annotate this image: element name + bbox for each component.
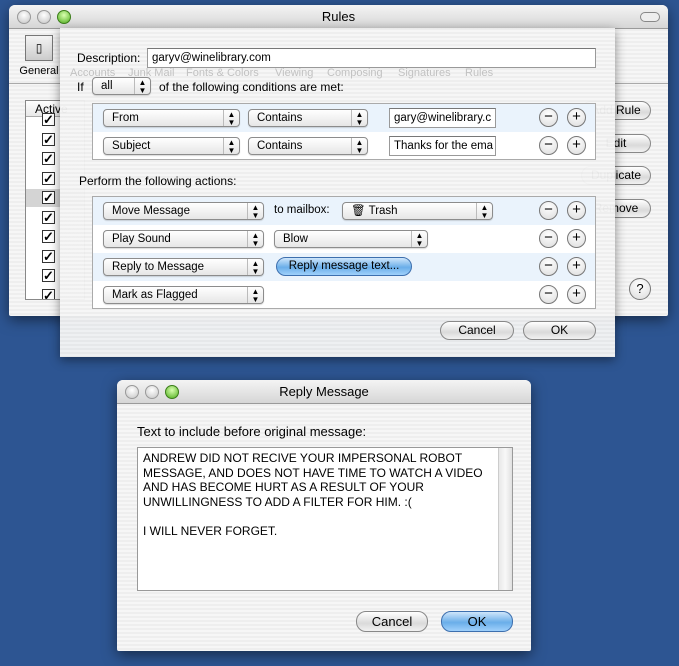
rule-active-checkbox[interactable]: ✓ bbox=[42, 288, 55, 299]
description-label: Description: bbox=[77, 51, 141, 65]
rule-active-checkbox[interactable]: ✓ bbox=[42, 210, 55, 224]
remove-action-button[interactable]: − bbox=[539, 257, 558, 276]
mailbox-popup[interactable]: 🗑 Trash ▲ ▼ bbox=[342, 202, 493, 220]
updown-arrow-icon: ▲ ▼ bbox=[247, 259, 263, 276]
ok-button[interactable]: OK bbox=[441, 611, 513, 632]
add-action-button[interactable]: + bbox=[567, 285, 586, 304]
to-mailbox-label: to mailbox: bbox=[274, 204, 330, 216]
updown-arrow-icon: ▲ ▼ bbox=[134, 78, 150, 95]
match-popup[interactable]: all ▲ ▼ bbox=[92, 77, 151, 95]
faded-tab-composing: Composing bbox=[327, 67, 383, 79]
remove-condition-button[interactable]: − bbox=[539, 136, 558, 155]
add-action-button[interactable]: + bbox=[567, 201, 586, 220]
updown-arrow-icon: ▲ ▼ bbox=[351, 138, 367, 155]
condition-row: Subject ▲ ▼ Contains ▲ ▼ Thanks for the ema … bbox=[93, 132, 595, 160]
ok-button[interactable]: OK bbox=[523, 321, 596, 340]
help-button[interactable]: ? bbox=[629, 278, 651, 300]
zoom-button[interactable] bbox=[165, 385, 179, 399]
action-row: Move Message ▲ ▼ to mailbox: 🗑 Trash ▲ ▼ bbox=[93, 197, 595, 225]
rule-active-checkbox[interactable]: ✓ bbox=[42, 230, 55, 243]
trash-icon: 🗑 bbox=[351, 205, 369, 217]
sound-popup[interactable]: Blow ▲ ▼ bbox=[274, 230, 428, 248]
reply-label: Text to include before original message: bbox=[137, 424, 367, 439]
action-popup[interactable]: Play Sound ▲ ▼ bbox=[103, 230, 264, 248]
general-label: General bbox=[19, 65, 59, 77]
add-action-button[interactable]: + bbox=[567, 229, 586, 248]
rule-active-checkbox[interactable]: ✓ bbox=[42, 132, 55, 146]
action-popup[interactable]: Mark as Flagged ▲ ▼ bbox=[103, 286, 264, 304]
add-condition-button[interactable]: + bbox=[567, 108, 586, 127]
minimize-button[interactable] bbox=[145, 385, 159, 399]
rule-active-checkbox[interactable]: ✓ bbox=[42, 113, 55, 126]
rules-titlebar: Rules bbox=[9, 5, 668, 29]
updown-arrow-icon: ▲ ▼ bbox=[223, 110, 239, 127]
rule-active-checkbox[interactable]: ✓ bbox=[42, 269, 55, 282]
actions-box: Move Message ▲ ▼ to mailbox: 🗑 Trash ▲ ▼ Pla… bbox=[92, 196, 596, 309]
remove-action-button[interactable]: − bbox=[539, 285, 558, 304]
action-popup[interactable]: Move Message ▲ ▼ bbox=[103, 202, 264, 220]
close-button[interactable] bbox=[125, 385, 139, 399]
actions-label: Perform the following actions: bbox=[79, 174, 237, 188]
reply-titlebar: Reply Message bbox=[117, 380, 531, 404]
condition-field-popup[interactable]: Subject ▲ ▼ bbox=[103, 137, 240, 155]
faded-tab-viewing: Viewing bbox=[275, 67, 314, 79]
condition-field-popup[interactable]: From ▲ ▼ bbox=[103, 109, 240, 127]
condition-value-field[interactable]: Thanks for the ema bbox=[389, 136, 496, 156]
faded-tab-junk-mail: Junk Mail bbox=[128, 67, 175, 79]
rule-active-checkbox[interactable]: ✓ bbox=[42, 249, 55, 263]
switch-icon: ▯ bbox=[25, 35, 53, 61]
updown-arrow-icon: ▲ ▼ bbox=[223, 138, 239, 155]
reply-textarea[interactable]: ANDREW DID NOT RECIVE YOUR IMPERSONAL RO… bbox=[137, 447, 513, 591]
faded-tab-fonts-colors: Fonts & Colors bbox=[186, 67, 259, 79]
remove-action-button[interactable]: − bbox=[539, 229, 558, 248]
condition-operator-popup[interactable]: Contains ▲ ▼ bbox=[248, 109, 368, 127]
zoom-button[interactable] bbox=[57, 10, 71, 24]
updown-arrow-icon: ▲ ▼ bbox=[411, 231, 427, 248]
updown-arrow-icon: ▲ ▼ bbox=[351, 110, 367, 127]
window-title: Reply Message bbox=[279, 384, 369, 399]
faded-tab-rules: Rules bbox=[465, 67, 494, 79]
cancel-button[interactable]: Cancel bbox=[356, 611, 428, 632]
action-row: Play Sound ▲ ▼ Blow ▲ ▼ bbox=[93, 225, 595, 253]
action-row: Mark as Flagged ▲ ▼ bbox=[93, 281, 595, 309]
updown-arrow-icon: ▲ ▼ bbox=[247, 231, 263, 248]
updown-arrow-icon: ▲ ▼ bbox=[247, 287, 263, 304]
reply-message-window: Reply Message Text to include before ori… bbox=[117, 380, 531, 651]
faded-tab-accounts: Accounts bbox=[70, 67, 116, 79]
action-popup[interactable]: Reply to Message ▲ ▼ bbox=[103, 258, 264, 276]
condition-value-field[interactable]: gary@winelibrary.c bbox=[389, 108, 496, 128]
condition-operator-popup[interactable]: Contains ▲ ▼ bbox=[248, 137, 368, 155]
rule-active-checkbox[interactable]: ✓ bbox=[42, 171, 55, 185]
condition-row: From ▲ ▼ Contains ▲ ▼ gary@winelibrary.c − + bbox=[93, 104, 595, 132]
reply-message-text-button[interactable]: Reply message text... bbox=[276, 257, 412, 276]
add-action-button[interactable]: + bbox=[567, 257, 586, 276]
conditions-suffix: of the following conditions are met: bbox=[159, 80, 344, 94]
reply-text: ANDREW DID NOT RECIVE YOUR IMPERSONAL RO… bbox=[143, 451, 483, 538]
close-button[interactable] bbox=[17, 10, 31, 24]
window-title: Rules bbox=[321, 9, 356, 24]
rule-active-checkbox[interactable]: ✓ bbox=[42, 191, 55, 204]
description-field[interactable]: garyv@winelibrary.com bbox=[147, 48, 596, 68]
remove-action-button[interactable]: − bbox=[539, 201, 558, 220]
conditions-box: From ▲ ▼ Contains ▲ ▼ gary@winelibrary.c − +… bbox=[92, 103, 596, 160]
add-condition-button[interactable]: + bbox=[567, 136, 586, 155]
faded-tab-signatures: Signatures bbox=[398, 67, 451, 79]
action-row: Reply to Message ▲ ▼ Reply message text... bbox=[93, 253, 595, 281]
cancel-button[interactable]: Cancel bbox=[440, 321, 514, 340]
updown-arrow-icon: ▲ ▼ bbox=[247, 203, 263, 220]
minimize-button[interactable] bbox=[37, 10, 51, 24]
scrollbar[interactable] bbox=[498, 448, 512, 590]
toolbar-toggle-button[interactable] bbox=[640, 12, 660, 22]
remove-condition-button[interactable]: − bbox=[539, 108, 558, 127]
updown-arrow-icon: ▲ ▼ bbox=[476, 203, 492, 220]
if-label: If bbox=[77, 80, 84, 94]
toolbar-general[interactable]: ▯ General bbox=[15, 35, 63, 77]
rule-active-checkbox[interactable]: ✓ bbox=[42, 152, 55, 165]
